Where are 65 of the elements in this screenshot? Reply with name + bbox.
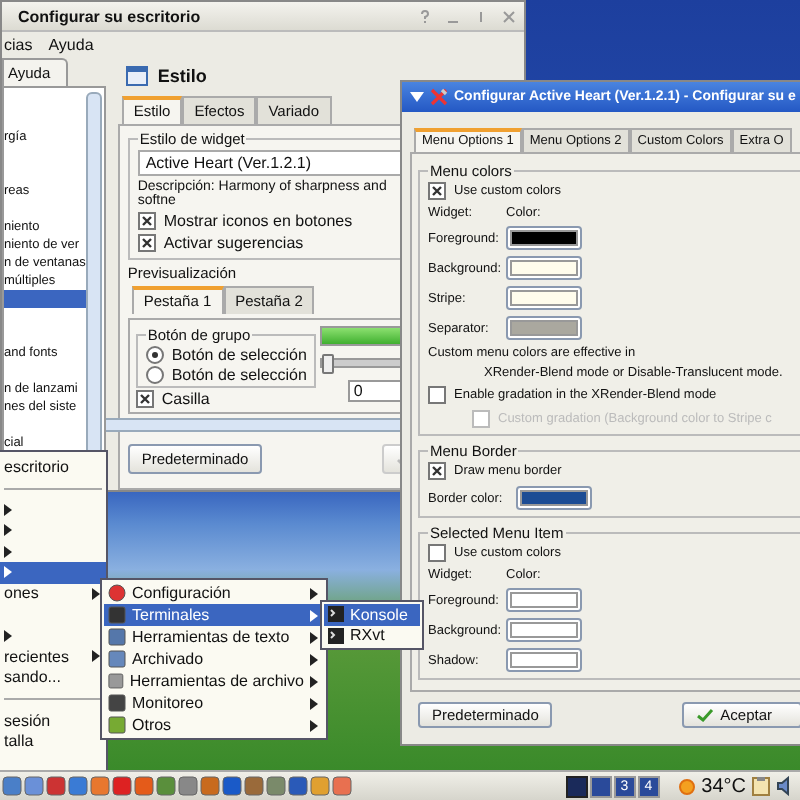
menu-item-label: sesión (4, 711, 53, 730)
menu-item[interactable]: ones (0, 583, 106, 604)
menu-item-label: talla (4, 732, 36, 751)
spin-box[interactable]: 0 (347, 380, 404, 402)
menu-item-label: ones (4, 584, 41, 603)
menu-item-label: escritorio (4, 457, 71, 476)
help-icon[interactable] (418, 9, 432, 23)
menu-item-label: sando... (4, 668, 63, 687)
menu-item[interactable]: Otros (104, 714, 324, 736)
menu-item-label: Konsole (350, 605, 410, 624)
checkbox[interactable] (428, 462, 446, 480)
checkbox-label: Mostrar iconos en botones (163, 212, 353, 230)
clipboard-icon[interactable] (752, 776, 770, 796)
menu-item[interactable]: cias (4, 36, 33, 54)
menu-item-label: Terminales (132, 606, 212, 624)
submenu-arrow-icon (92, 587, 100, 600)
menu-item[interactable]: sesión (0, 710, 106, 731)
menu-item-label: recientes (4, 647, 71, 666)
sun-icon (677, 777, 696, 795)
temperature-text: 34°C (701, 775, 746, 797)
checkbox-label: Activar sugerencias (163, 234, 304, 252)
menu-item[interactable]: Ayuda (48, 36, 94, 54)
window-title: Configurar su escritorio (18, 7, 201, 25)
menu-item[interactable]: Configuración (104, 582, 324, 604)
menu-item[interactable]: Monitoreo (104, 692, 324, 714)
radio-button[interactable] (145, 346, 164, 364)
menu-item[interactable]: Konsole (324, 604, 420, 625)
checkbox[interactable] (428, 182, 446, 200)
menu-item[interactable]: talla (0, 731, 106, 752)
submenu-arrow-icon (4, 629, 12, 642)
menu-item[interactable]: Herramientas de archivo (104, 670, 324, 692)
submenu-arrow-icon (92, 650, 100, 663)
window-icon (125, 66, 148, 86)
checkbox[interactable] (428, 386, 446, 404)
menu-item[interactable]: Herramientas de texto (104, 626, 324, 648)
menu-item-label: Configuración (132, 584, 233, 602)
desktop-pager-button[interactable] (589, 775, 612, 797)
menu-item[interactable] (0, 562, 106, 583)
checkmark-icon (696, 708, 715, 722)
menu-item-label: Herramientas de archivo (129, 672, 304, 690)
checkbox[interactable] (135, 390, 154, 408)
menu-item-label: RXvt (350, 626, 387, 645)
menu-item[interactable]: escritorio (0, 456, 106, 477)
menu-item-label: Archivado (132, 650, 206, 668)
menu-item-label: Monitoreo (132, 694, 206, 712)
menu-item[interactable]: sando... (0, 667, 106, 688)
checkbox[interactable] (137, 234, 156, 252)
menu-item[interactable]: Terminales (104, 604, 324, 626)
section-title: Estilo (157, 66, 207, 86)
tools-icon (430, 88, 448, 106)
radio-label: Botón de selección (171, 366, 307, 384)
menu-arrow-icon[interactable] (410, 92, 424, 102)
desktop-pager-button[interactable] (565, 775, 588, 797)
radio-label: Botón de selección (171, 346, 307, 364)
menu-item[interactable]: recientes (0, 646, 106, 667)
checkbox[interactable] (137, 212, 156, 230)
radio-button[interactable] (145, 366, 164, 384)
slider-thumb[interactable] (321, 354, 334, 374)
menu-item[interactable]: Archivado (104, 648, 324, 670)
menu-item-label: Herramientas de texto (132, 628, 292, 646)
checkbox[interactable] (428, 544, 446, 562)
close-icon[interactable] (502, 9, 516, 23)
menu-item-label: Otros (132, 716, 174, 734)
checkbox-label: Casilla (161, 390, 210, 408)
menu-item[interactable]: RXvt (324, 625, 420, 646)
